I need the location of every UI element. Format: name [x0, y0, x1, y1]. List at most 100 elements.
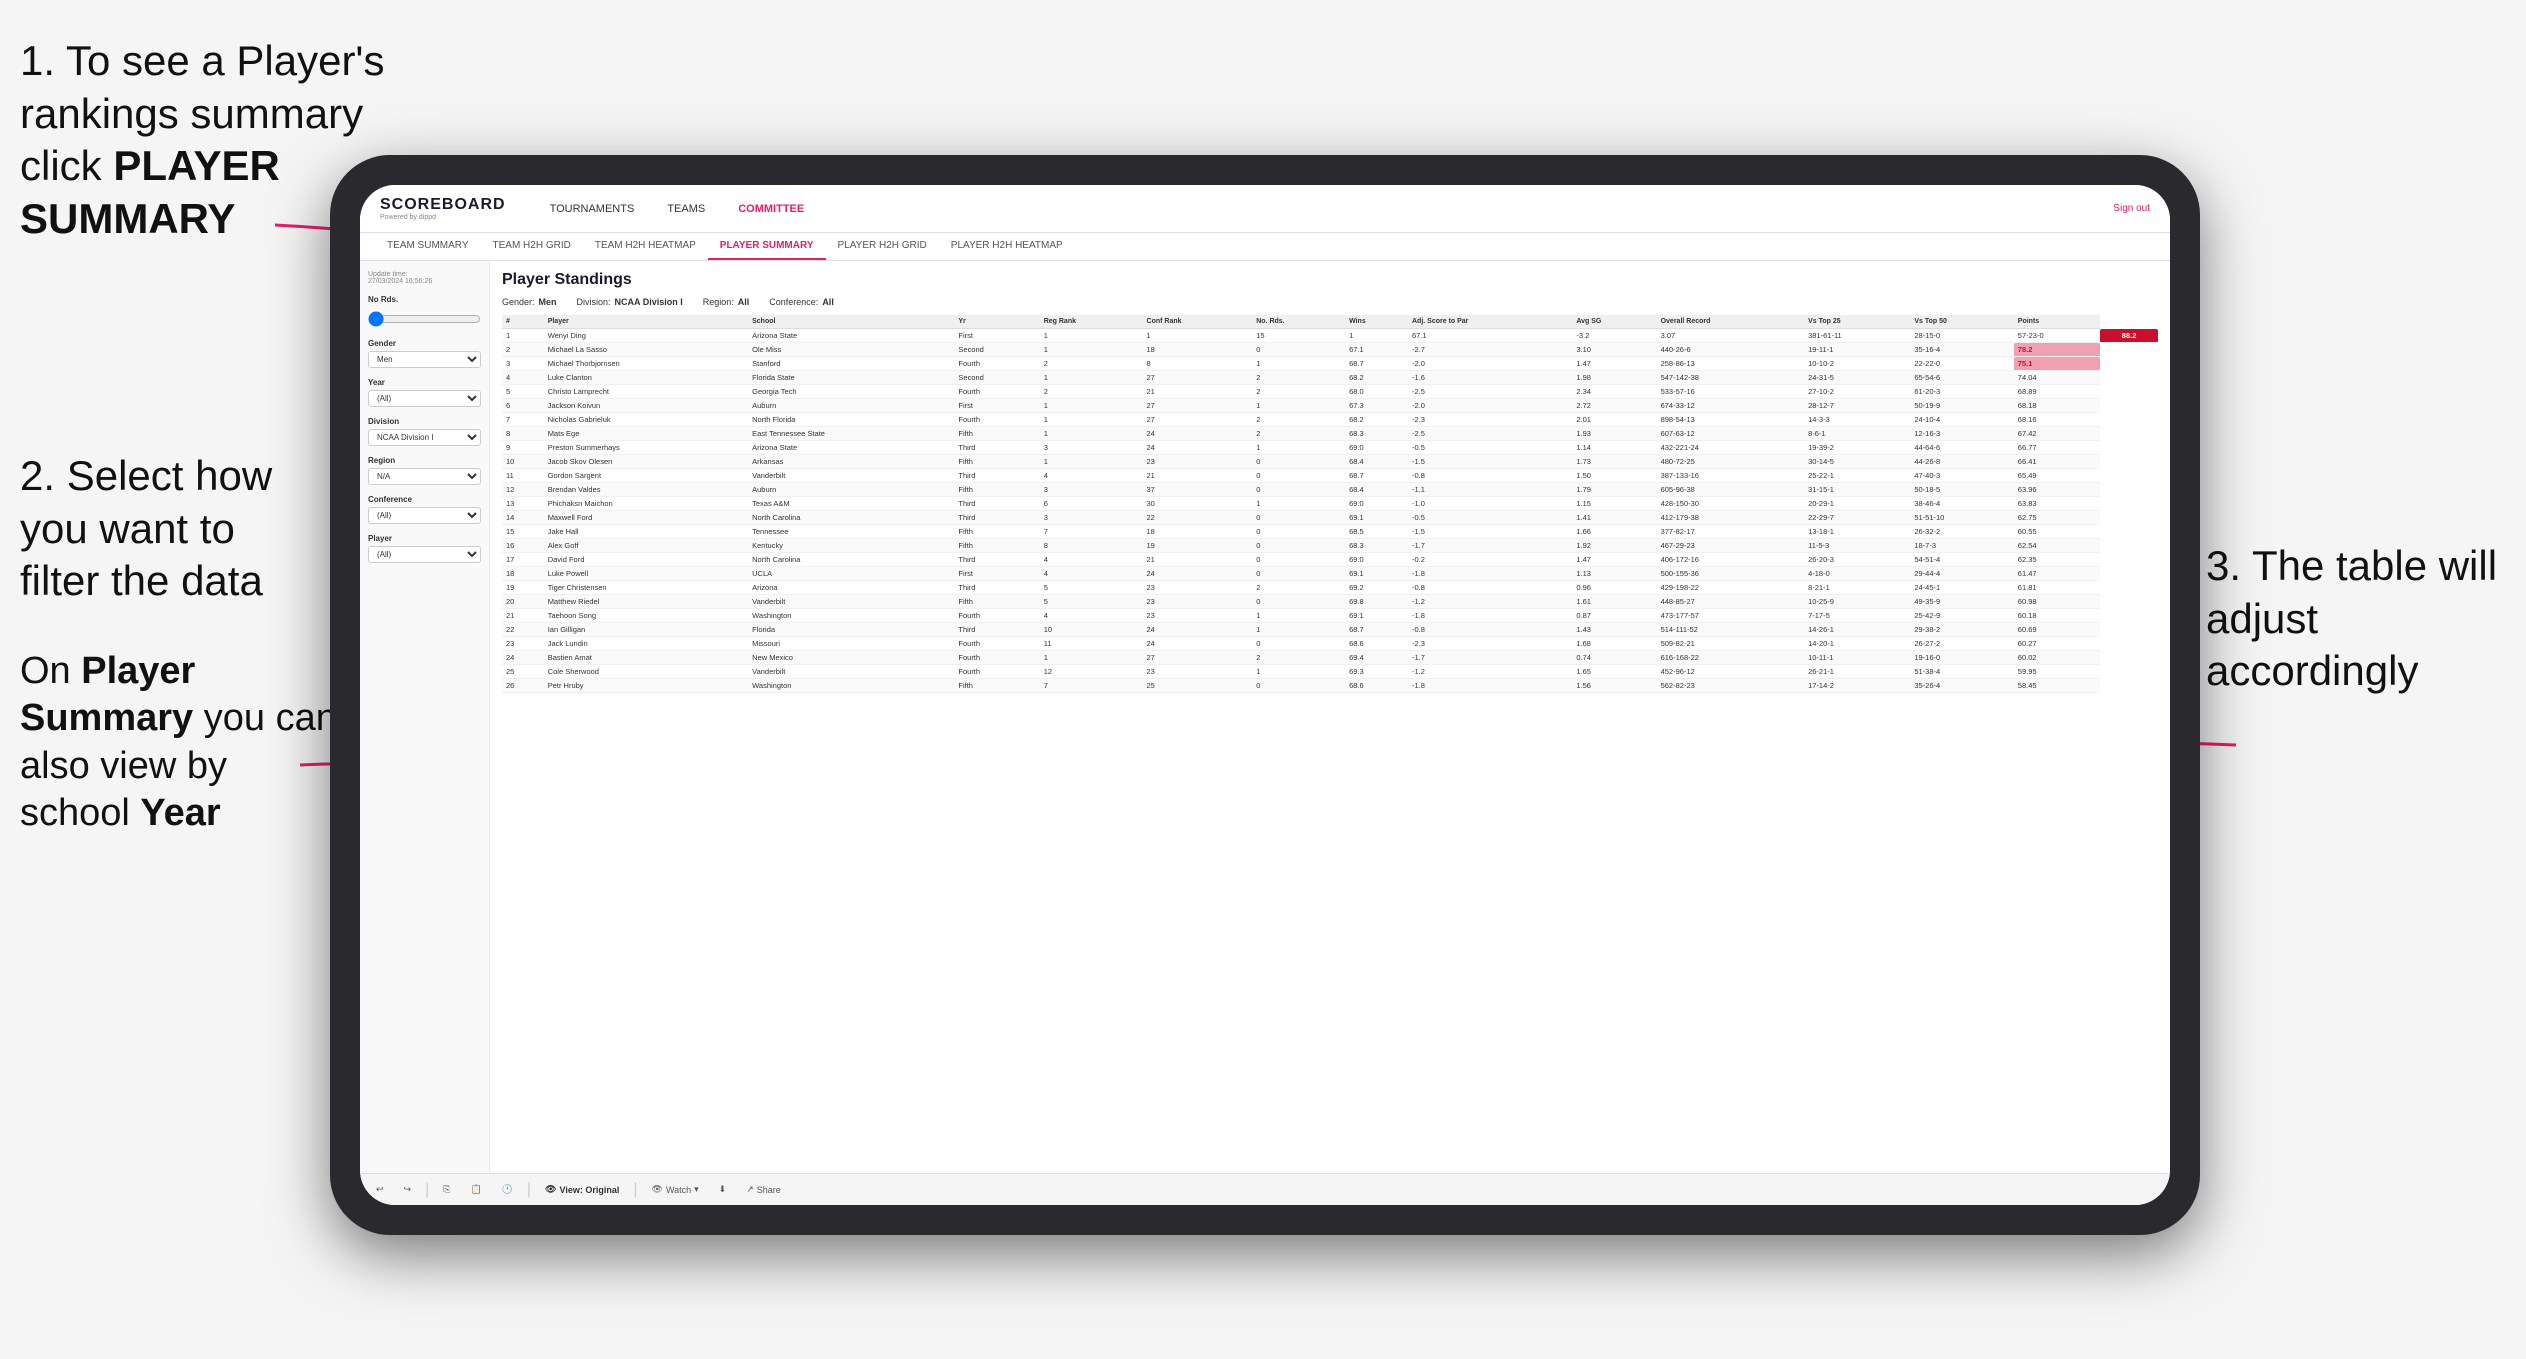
paste-btn[interactable]: 📋	[464, 1182, 487, 1197]
nav-committee[interactable]: COMMITTEE	[724, 197, 818, 221]
nav-tournaments[interactable]: TOURNAMENTS	[536, 197, 649, 221]
main-nav: TOURNAMENTS TEAMS COMMITTEE	[536, 197, 2114, 221]
table-cell: 452-96-12	[1657, 665, 1805, 679]
table-cell: Fourth	[954, 637, 1039, 651]
table-cell: Nicholas Gabrieluk	[544, 413, 748, 427]
conference-select[interactable]: (All)	[368, 507, 481, 524]
table-row: 25Cole SherwoodVanderbiltFourth1223169.3…	[502, 665, 2158, 679]
table-cell: 0	[1252, 483, 1345, 497]
sub-nav-team-h2h-grid[interactable]: TEAM H2H GRID	[481, 233, 583, 260]
table-cell: Fifth	[954, 679, 1039, 693]
table-cell: 387-133-16	[1657, 469, 1805, 483]
table-cell: 38-46-4	[1910, 497, 2013, 511]
table-cell: North Florida	[748, 413, 954, 427]
table-cell: 0.96	[1572, 581, 1656, 595]
filter-conference-val: All	[822, 297, 834, 307]
filter-gender-val: Men	[539, 297, 557, 307]
table-cell: 8-21-1	[1804, 581, 1910, 595]
table-cell: 467-29-23	[1657, 539, 1805, 553]
table-cell: 0	[1252, 343, 1345, 357]
no-rds-slider[interactable]	[368, 311, 481, 327]
nav-teams[interactable]: TEAMS	[653, 197, 719, 221]
table-cell: 5	[502, 385, 544, 399]
table-cell: 1.47	[1572, 357, 1656, 371]
table-cell: 25	[502, 665, 544, 679]
table-cell: 1.56	[1572, 679, 1656, 693]
table-cell: 1.65	[1572, 665, 1656, 679]
table-cell: 1.68	[1572, 637, 1656, 651]
standings-table: # Player School Yr Reg Rank Conf Rank No…	[502, 315, 2158, 693]
table-cell: First	[954, 329, 1039, 343]
table-cell: 18	[1143, 343, 1253, 357]
table-cell: Fifth	[954, 539, 1039, 553]
player-select[interactable]: (All)	[368, 546, 481, 563]
division-select[interactable]: NCAA Division I	[368, 429, 481, 446]
redo-btn[interactable]: ↪	[398, 1182, 418, 1197]
table-cell: Jackson Koivun	[544, 399, 748, 413]
share-btn[interactable]: ↗ Share	[740, 1182, 787, 1197]
table-cell: 68.7	[1345, 357, 1408, 371]
table-row: 21Taehoon SongWashingtonFourth423169.1-1…	[502, 609, 2158, 623]
table-cell: 14	[502, 511, 544, 525]
division-label: Division	[368, 417, 481, 426]
table-cell: 2.01	[1572, 413, 1656, 427]
table-cell: 68.18	[2014, 399, 2100, 413]
sub-nav-player-h2h-grid[interactable]: PLAYER H2H GRID	[826, 233, 939, 260]
toolbar-sep2: |	[527, 1181, 531, 1199]
year-select[interactable]: (All)	[368, 390, 481, 407]
table-cell: -2.5	[1408, 385, 1572, 399]
gender-select[interactable]: Men	[368, 351, 481, 368]
table-cell: 51-51-10	[1910, 511, 2013, 525]
col-vs-top25: Vs Top 25	[1804, 315, 1910, 329]
table-cell: 2	[1252, 427, 1345, 441]
table-cell: 1	[1252, 357, 1345, 371]
view-original-btn[interactable]: 👁 View: Original	[539, 1182, 625, 1197]
clock-btn[interactable]: 🕐	[496, 1182, 519, 1197]
toolbar-sep3: |	[633, 1181, 637, 1199]
table-cell: 44-64-6	[1910, 441, 2013, 455]
table-cell: 67.1	[1345, 343, 1408, 357]
table-cell: 21	[1143, 553, 1253, 567]
sign-out-link[interactable]: Sign out	[2113, 203, 2150, 214]
table-cell: 20-29-1	[1804, 497, 1910, 511]
sub-nav-player-summary[interactable]: PLAYER SUMMARY	[708, 233, 826, 260]
download-btn[interactable]: ⬇	[713, 1182, 733, 1197]
table-cell: 429-198-22	[1657, 581, 1805, 595]
table-cell: 68.6	[1345, 637, 1408, 651]
main-content: Update time: 27/03/2024 16:56:26 No Rds.…	[360, 261, 2170, 1173]
table-cell: Fourth	[954, 357, 1039, 371]
table-cell: 0	[1252, 595, 1345, 609]
table-cell: Taehoon Song	[544, 609, 748, 623]
table-cell: Tennessee	[748, 525, 954, 539]
table-cell: 35-16-4	[1910, 343, 2013, 357]
sub-nav-team-h2h-heatmap[interactable]: TEAM H2H HEATMAP	[583, 233, 708, 260]
logo-area: SCOREBOARD Powered by dippd	[380, 196, 506, 221]
undo-btn[interactable]: ↩	[370, 1182, 390, 1197]
table-cell: 14-20-1	[1804, 637, 1910, 651]
table-cell: Jack Lundin	[544, 637, 748, 651]
table-cell: 44-26-8	[1910, 455, 2013, 469]
table-cell: Fourth	[954, 413, 1039, 427]
copy-btn[interactable]: ⎘	[437, 1182, 456, 1197]
table-cell: 18-7-3	[1910, 539, 2013, 553]
table-cell: 1	[1345, 329, 1408, 343]
col-no-rds: No. Rds.	[1252, 315, 1345, 329]
table-cell: Michael La Sasso	[544, 343, 748, 357]
region-select[interactable]: N/A	[368, 468, 481, 485]
table-cell: Florida	[748, 623, 954, 637]
col-player: Player	[544, 315, 748, 329]
col-vs-top50: Vs Top 50	[1910, 315, 2013, 329]
sub-nav-player-h2h-heatmap[interactable]: PLAYER H2H HEATMAP	[939, 233, 1075, 260]
instruction-step2-line2: filter the data	[20, 555, 340, 608]
watch-btn[interactable]: 👁 Watch ▾	[646, 1182, 705, 1197]
table-cell: 68.7	[1345, 623, 1408, 637]
table-cell: 23	[1143, 609, 1253, 623]
table-row: 6Jackson KoivunAuburnFirst127167.3-2.02.…	[502, 399, 2158, 413]
table-cell: Fifth	[954, 455, 1039, 469]
watch-label: Watch	[666, 1185, 691, 1195]
table-cell: Third	[954, 469, 1039, 483]
sub-nav-team-summary[interactable]: TEAM SUMMARY	[375, 233, 481, 260]
table-cell: 674-33-12	[1657, 399, 1805, 413]
table-row: 1Wenyi DingArizona StateFirst1115167.1-3…	[502, 329, 2158, 343]
table-cell: 68.0	[1345, 385, 1408, 399]
